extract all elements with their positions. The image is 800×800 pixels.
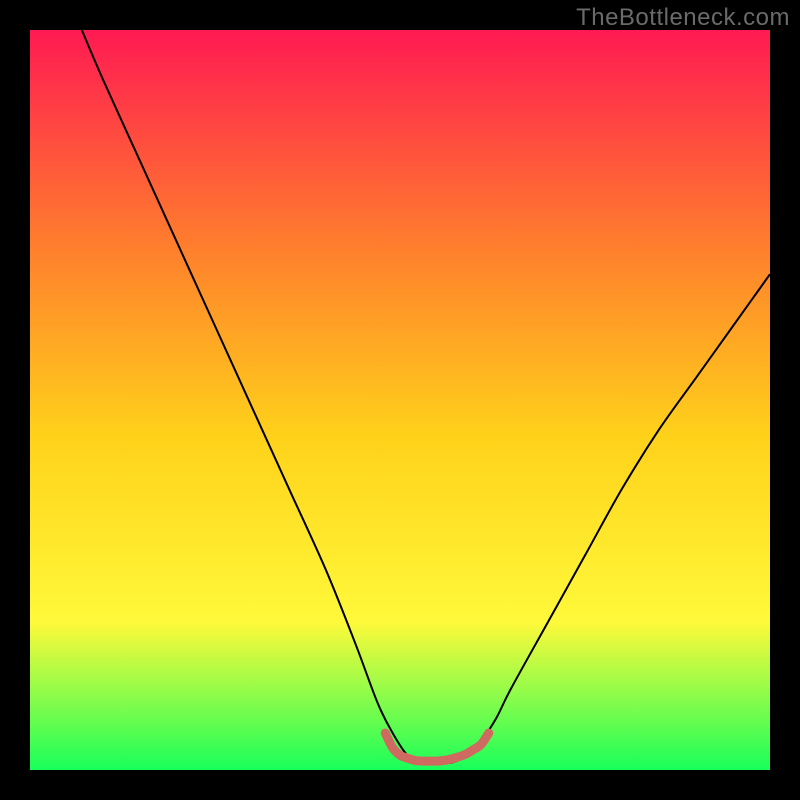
gradient-background <box>30 30 770 770</box>
plot-area <box>30 30 770 770</box>
chart-svg <box>30 30 770 770</box>
watermark-text: TheBottleneck.com <box>576 4 790 32</box>
chart-frame: TheBottleneck.com <box>0 0 800 800</box>
